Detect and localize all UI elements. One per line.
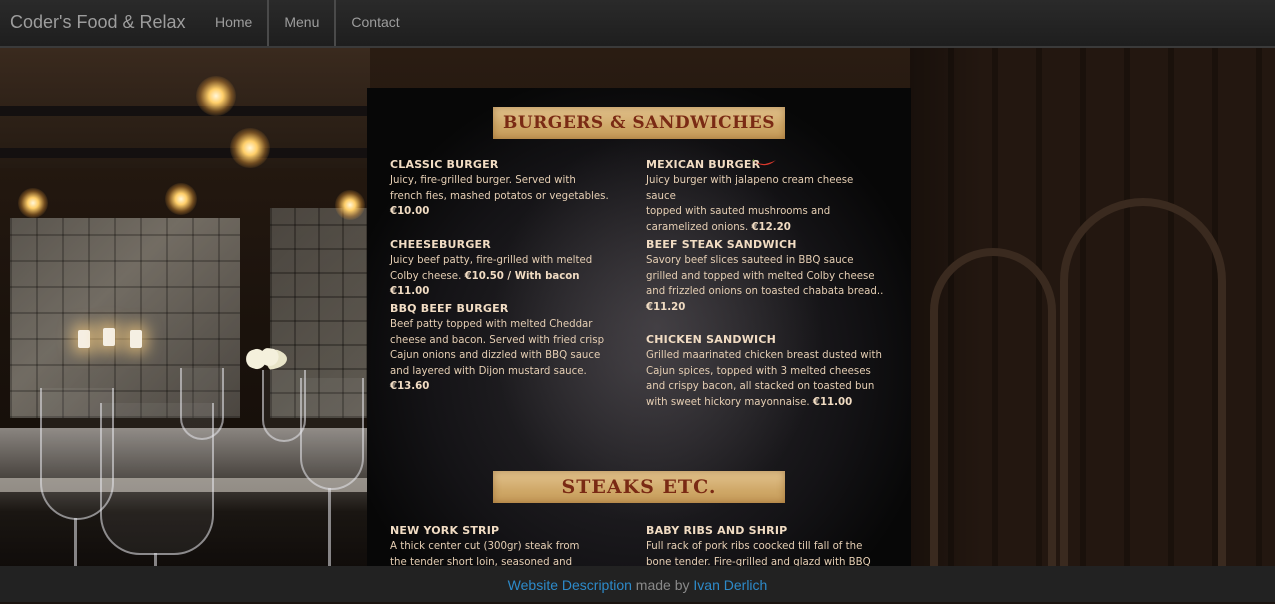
section-title-burgers: BURGERS & SANDWICHES: [493, 107, 785, 139]
ceiling-light: [196, 76, 236, 116]
item-price: €10.00: [390, 206, 430, 218]
item-desc-end: with sweet hickory mayonnaise.: [646, 396, 810, 408]
wine-glass: [300, 378, 364, 490]
candle: [103, 328, 115, 346]
chili-pepper-icon: [753, 159, 776, 166]
item-desc-line: and layered with Dijon mustard sauce.: [390, 365, 587, 377]
item-desc-line: Juicy burger with jalapeno cream cheese …: [646, 175, 854, 202]
menu-item-baby-ribs: BABY RIBS AND SHRIP Full rack of pork ri…: [646, 523, 886, 566]
menu-item-beef-steak-sandwich: BEEF STEAK SANDWICH Savory beef slices s…: [646, 237, 886, 315]
item-price: €11.00: [812, 396, 853, 408]
item-desc-end: Colby cheese.: [390, 270, 462, 282]
item-desc-line: grilled and topped with melted Colby che…: [646, 270, 875, 282]
wall-arch: [1060, 198, 1226, 566]
glass-stem: [154, 553, 157, 566]
item-desc-line: A thick center cut (300gr) steak from: [390, 541, 580, 552]
item-desc-line: topped with sauted mushrooms and: [646, 206, 831, 218]
menu-item-classic-burger: CLASSIC BURGER Juicy, fire-grilled burge…: [390, 157, 610, 220]
footer-text: made by: [631, 577, 694, 593]
ceiling-light: [18, 188, 48, 218]
author-link[interactable]: Ivan Derlich: [693, 577, 767, 593]
menu-item-cheeseburger: CHEESEBURGER Juicy beef patty, fire-gril…: [390, 237, 610, 300]
item-title: BABY RIBS AND SHRIP: [646, 524, 788, 537]
item-price: €13.60: [390, 381, 430, 393]
item-price: €11.20: [646, 301, 686, 313]
item-desc-line: french fies, mashed potatos or vegetable…: [390, 190, 609, 202]
glass-stem: [74, 518, 77, 566]
ceiling-light: [165, 183, 197, 215]
section-title-steaks: STEAKS ETC.: [493, 471, 785, 503]
item-desc-line: bone tender. Fire-grilled and glazd with…: [646, 556, 871, 566]
menu-item-bbq-beef-burger: BBQ BEEF BURGER Beef patty topped with m…: [390, 301, 610, 395]
item-desc-line: caramelized onions. €12.20: [646, 220, 886, 236]
item-desc-line: and crispy bacon, all stacked on toasted…: [646, 381, 875, 393]
wine-glass: [180, 368, 224, 440]
item-desc-line: Savory beef slices sauteed in BBQ sauce: [646, 255, 854, 266]
item-desc-line: Grilled maarinated chicken breast dusted…: [646, 350, 882, 361]
flower-vase: [243, 348, 287, 370]
wall-arch: [930, 248, 1056, 566]
item-desc-line: the tender short loin, seasoned and: [390, 556, 573, 566]
item-desc-end: caramelized onions.: [646, 221, 749, 233]
item-title: CHICKEN SANDWICH: [646, 333, 776, 346]
item-desc-line: Cajun onions and dizzled with BBQ sauce: [390, 350, 601, 362]
ceiling-light: [230, 128, 270, 168]
nav-contact[interactable]: Contact: [334, 0, 414, 46]
menu-item-new-york-strip: NEW YORK STRIP A thick center cut (300gr…: [390, 523, 610, 566]
item-desc-line: Beef patty topped with melted Cheddar: [390, 319, 593, 330]
ceiling-beam: [0, 106, 370, 116]
item-title: CHEESEBURGER: [390, 238, 491, 251]
item-desc-line: Juicy beef patty, fire-grilled with melt…: [390, 255, 593, 266]
candle: [130, 330, 142, 348]
item-desc-line: and frizzled onions on toasted chabata b…: [646, 286, 884, 298]
item-title: BEEF STEAK SANDWICH: [646, 238, 797, 251]
glass-stem: [328, 488, 331, 566]
item-desc-line: Cajun spices, topped with 3 melted chees…: [646, 365, 871, 377]
nav-home[interactable]: Home: [200, 0, 267, 46]
website-description-link[interactable]: Website Description: [508, 577, 632, 593]
ceiling-light: [335, 190, 365, 220]
nav-menu: Home Menu Contact: [200, 0, 415, 46]
item-desc-line: Juicy, fire-grilled burger. Served with: [390, 175, 576, 186]
footer: Website Description made by Ivan Derlich: [0, 566, 1275, 602]
candle: [78, 330, 90, 348]
menu-item-chicken-sandwich: CHICKEN SANDWICH Grilled maarinated chic…: [646, 332, 886, 410]
menu-item-mexican-burger: MEXICAN BURGER Juicy burger with jalapen…: [646, 157, 886, 235]
nav-menu-link[interactable]: Menu: [267, 0, 334, 46]
item-desc-line: with sweet hickory mayonnaise. €11.00: [646, 395, 886, 411]
item-desc-line: Full rack of pork ribs coocked till fall…: [646, 541, 863, 552]
item-title: CLASSIC BURGER: [390, 158, 499, 171]
ceiling-beam: [0, 148, 370, 158]
item-title: NEW YORK STRIP: [390, 524, 500, 537]
brand-link[interactable]: Coder's Food & Relax: [10, 0, 186, 46]
menu-board: BURGERS & SANDWICHES CLASSIC BURGER Juic…: [367, 88, 911, 566]
wine-glass: [262, 370, 306, 442]
navbar: Coder's Food & Relax Home Menu Contact: [0, 0, 1275, 48]
item-desc-line: cheese and bacon. Served with fried cris…: [390, 334, 605, 346]
item-title: BBQ BEEF BURGER: [390, 302, 509, 315]
item-price: €12.20: [751, 221, 791, 233]
item-desc-line: Colby cheese. €10.50 / With bacon €11.00: [390, 269, 610, 300]
